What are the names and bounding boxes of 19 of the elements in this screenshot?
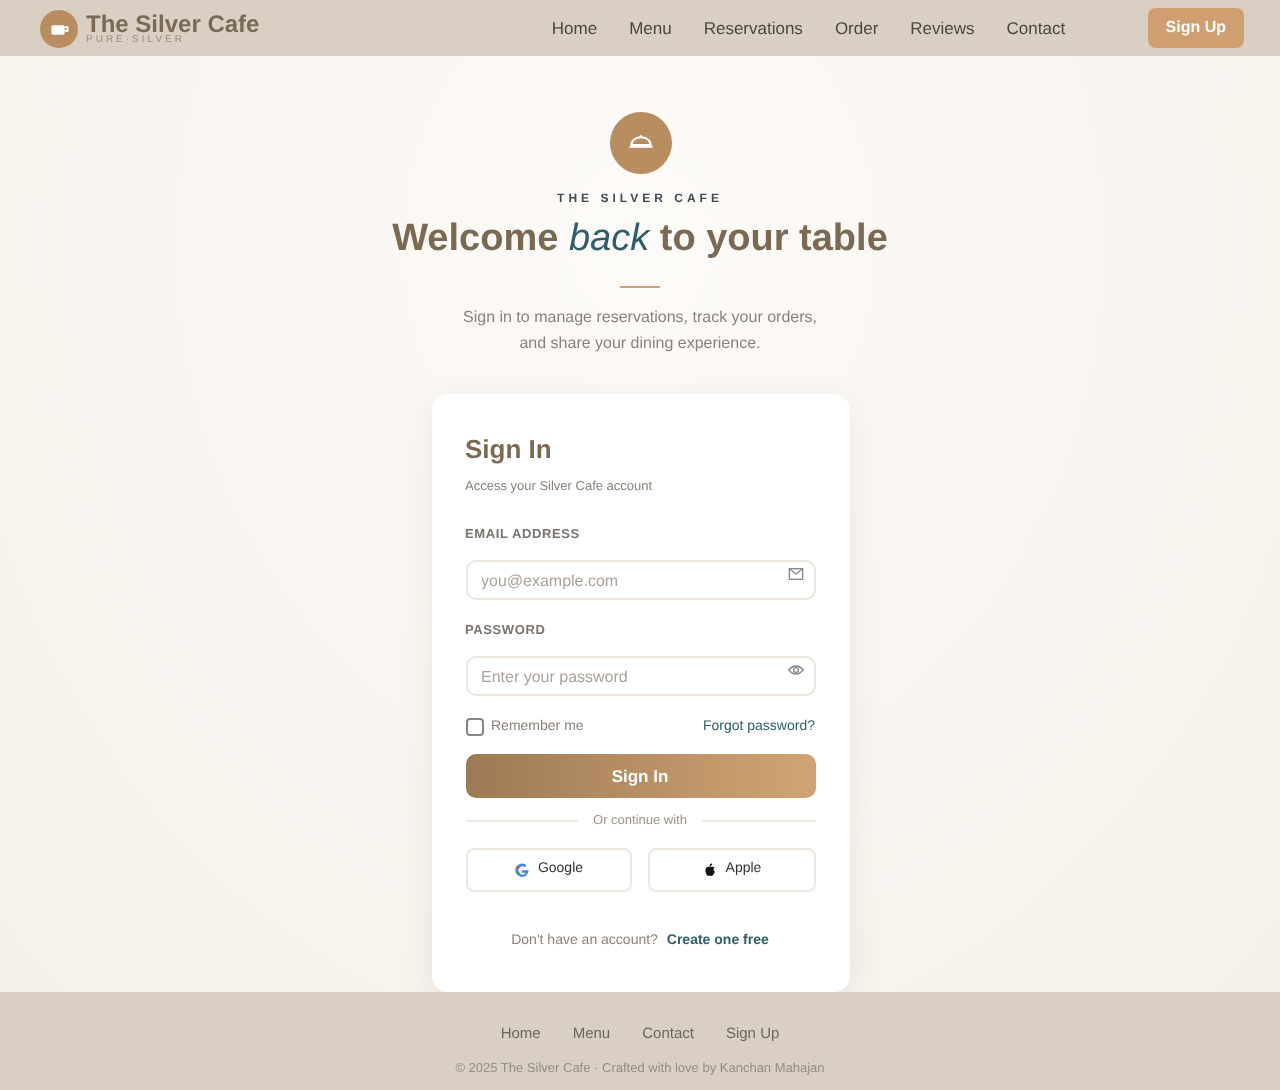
eye-icon	[787, 661, 803, 678]
brand-name: The Silver Cafe	[86, 11, 260, 36]
envelope-icon	[787, 565, 803, 582]
form-title: Sign In	[465, 431, 554, 468]
nav-link-item[interactable]: Menu	[629, 15, 672, 41]
welcome-heading: Welcome back to your table	[392, 218, 888, 264]
nav-link-item[interactable]: Contact	[1006, 15, 1066, 41]
cloche-icon	[609, 112, 671, 175]
input-field[interactable]: Enter your password	[465, 656, 815, 697]
nav-link-item[interactable]: Order	[834, 15, 879, 41]
nav-link-item[interactable]: Reviews	[910, 15, 975, 41]
remember-checkbox[interactable]	[465, 718, 483, 737]
logo-icon	[40, 9, 78, 48]
hero-subtitle: Sign in to manage reservations, track your orders, and share your dining experience.	[463, 305, 817, 356]
nav-link-item[interactable]: Home	[551, 15, 598, 41]
apple-icon	[701, 861, 718, 878]
input-field[interactable]: you@example.com	[465, 560, 815, 601]
google-g-icon	[513, 861, 530, 878]
nav-link-item[interactable]: Reservations	[703, 15, 803, 41]
